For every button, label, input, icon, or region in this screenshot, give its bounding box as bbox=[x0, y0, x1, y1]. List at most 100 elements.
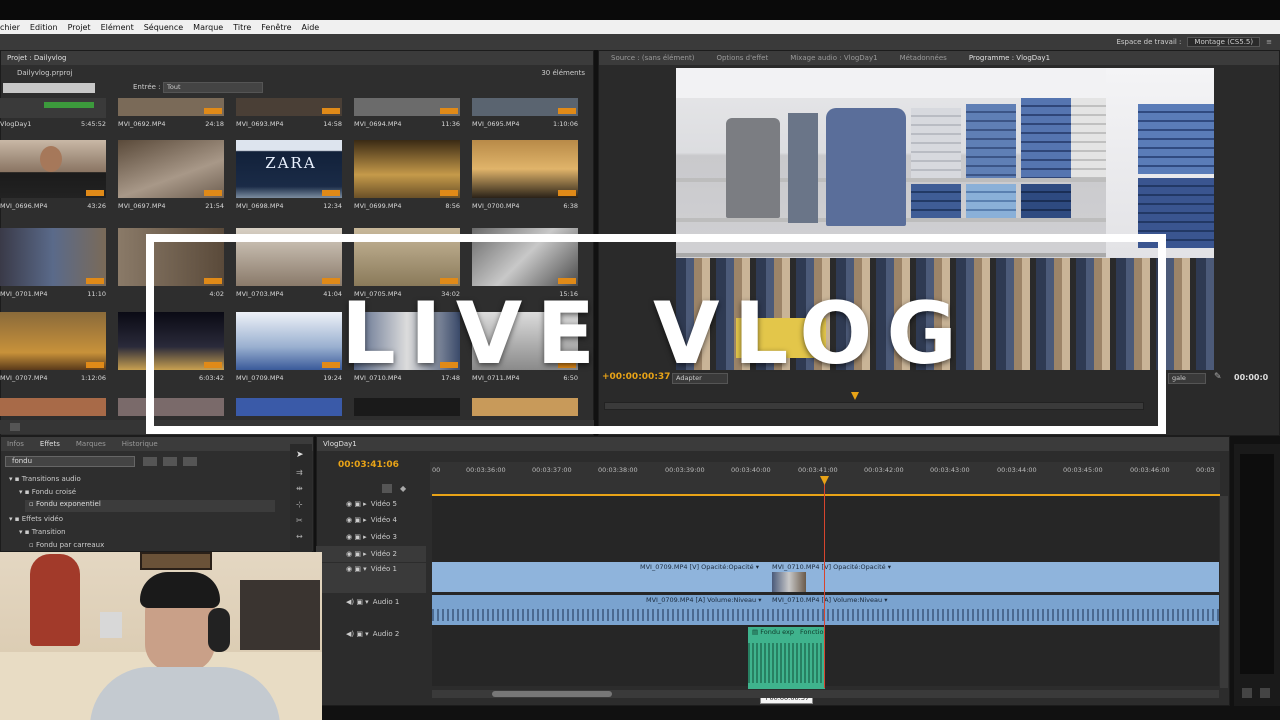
zara-sign: ZARA bbox=[265, 154, 317, 172]
thumb-duration: 1:12:06 bbox=[80, 374, 106, 382]
track-header-audio1[interactable]: ◀) ▣ ▾ Audio 1 bbox=[316, 596, 426, 626]
rolling-edit-tool-icon[interactable]: ⊹ bbox=[296, 500, 303, 509]
clip-label: MVI_0709.MP4 [V] Opacité:Opacité ▾ bbox=[640, 563, 759, 571]
thumb-name: MVI_0707.MP4 bbox=[0, 374, 48, 382]
tree-item[interactable]: ▾ ▪ Fondu croisé bbox=[19, 488, 76, 496]
tab-history[interactable]: Historique bbox=[122, 440, 158, 448]
thumb-name: MVI_0701.MP4 bbox=[0, 290, 48, 298]
effects-search-input[interactable]: fondu bbox=[5, 456, 135, 467]
thumbnail-item[interactable]: MVI_0707.MP4 1:12:06 bbox=[0, 312, 106, 382]
tree-item[interactable]: ▫ Fondu par carreaux bbox=[29, 541, 104, 549]
track-header-video3[interactable]: ◉ ▣ ▸ Vidéo 3 bbox=[316, 529, 426, 545]
tree-item[interactable]: ▾ ▪ Effets vidéo bbox=[9, 515, 63, 523]
thumb-duration: 11:36 bbox=[441, 120, 460, 128]
menu-item-help[interactable]: Aide bbox=[302, 23, 320, 32]
tab-metadata[interactable]: Métadonnées bbox=[900, 54, 947, 62]
yuv-effects-icon[interactable] bbox=[183, 457, 197, 466]
tree-item-selected[interactable]: ▫ Fondu exponentiel bbox=[25, 500, 275, 512]
monitor-tabbar: Source : (sans élément) Options d'effet … bbox=[599, 51, 1279, 65]
tree-item[interactable]: ▾ ▪ Transitions audio bbox=[9, 475, 81, 483]
ruler-label: 00:03:40:00 bbox=[731, 466, 771, 474]
thumbnail-item[interactable]: MVI_0693.MP4 14:58 bbox=[236, 58, 342, 128]
tab-sequence[interactable]: VlogDay1 bbox=[323, 440, 357, 448]
marker-icon[interactable]: ◆ bbox=[400, 484, 406, 493]
audio-transition-clip[interactable] bbox=[748, 627, 825, 689]
menu-item-sequence[interactable]: Séquence bbox=[144, 23, 183, 32]
timeline-timecode[interactable]: 00:03:41:06 bbox=[338, 460, 399, 470]
playhead-line[interactable] bbox=[824, 476, 825, 688]
track-select-tool-icon[interactable]: ⇉ bbox=[296, 468, 303, 477]
menu-item-file[interactable]: chier bbox=[0, 23, 20, 32]
ruler-label: 00:03:36:00 bbox=[466, 466, 506, 474]
ruler-label: 00:03:42:00 bbox=[864, 466, 904, 474]
accelerated-effects-icon[interactable] bbox=[143, 457, 157, 466]
tab-source[interactable]: Source : (sans élément) bbox=[611, 54, 694, 62]
tab-effects[interactable]: Effets bbox=[40, 440, 60, 448]
track-header-video1[interactable]: ◉ ▣ ▾ Vidéo 1 bbox=[316, 563, 426, 593]
menu-icon[interactable]: ≡ bbox=[1266, 38, 1272, 46]
tab-info[interactable]: Infos bbox=[7, 440, 24, 448]
tree-item[interactable]: ▾ ▪ Transition bbox=[19, 528, 66, 536]
selection-tool-icon[interactable]: ➤ bbox=[296, 450, 304, 460]
track-header-video2[interactable]: ◉ ▣ ▸ Vidéo 2 bbox=[316, 546, 426, 562]
tab-effect-options[interactable]: Options d'effet bbox=[716, 54, 768, 62]
thumb-duration: 1:10:06 bbox=[552, 120, 578, 128]
razor-tool-icon[interactable]: ✂ bbox=[296, 516, 303, 525]
snap-icon[interactable] bbox=[382, 484, 392, 493]
thumbnail-item[interactable]: MVI_0696.MP4 43:26 bbox=[0, 140, 106, 210]
solo-right-icon[interactable] bbox=[1260, 688, 1270, 698]
webcam-overlay bbox=[0, 552, 322, 720]
solo-left-icon[interactable] bbox=[1242, 688, 1252, 698]
menu-item-title[interactable]: Titre bbox=[233, 23, 251, 32]
menu-item-marker[interactable]: Marque bbox=[193, 23, 223, 32]
clip-label: MVI_0709.MP4 [A] Volume:Niveau ▾ bbox=[646, 596, 762, 604]
clip-thumbnail bbox=[772, 572, 806, 592]
track-header-audio2[interactable]: ◀) ▣ ▾ Audio 2 bbox=[316, 628, 426, 658]
quality-select[interactable]: gale bbox=[1168, 373, 1206, 384]
thumbnail-item[interactable]: MVI_0699.MP4 8:56 bbox=[354, 140, 460, 210]
thumbnail-item[interactable]: MVI_0692.MP4 24:18 bbox=[118, 58, 224, 128]
thumb-duration: 24:18 bbox=[205, 120, 224, 128]
workspace-select[interactable]: Montage (CS5.5) bbox=[1187, 37, 1261, 47]
horizontal-scrollbar[interactable] bbox=[432, 690, 1219, 698]
thumb-name: MVI_0694.MP4 bbox=[354, 120, 402, 128]
tab-program[interactable]: Programme : VlogDay1 bbox=[969, 54, 1050, 62]
thumbnail-item[interactable]: MVI_0697.MP4 21:54 bbox=[118, 140, 224, 210]
track-header-video4[interactable]: ◉ ▣ ▸ Vidéo 4 bbox=[316, 512, 426, 528]
list-view-icon[interactable] bbox=[10, 423, 20, 431]
thumbnail-item[interactable]: MVI_0700.MP4 6:38 bbox=[472, 140, 578, 210]
thumbnail-item[interactable]: ZARA MVI_0698.MP4 12:34 bbox=[236, 140, 342, 210]
thumb-duration: 14:58 bbox=[323, 120, 342, 128]
wrench-icon[interactable]: ✎ bbox=[1214, 372, 1222, 382]
thumb-name: MVI_0698.MP4 bbox=[236, 202, 284, 210]
ruler-label: 00:03:39:00 bbox=[665, 466, 705, 474]
ripple-edit-tool-icon[interactable]: ⇹ bbox=[296, 484, 303, 493]
thumbnail-item[interactable]: MVI_0701.MP4 11:10 bbox=[0, 228, 106, 298]
thumb-duration: 12:34 bbox=[323, 202, 342, 210]
ruler-label: 00:03:38:00 bbox=[598, 466, 638, 474]
menu-item-project[interactable]: Projet bbox=[68, 23, 91, 32]
track-header-video5[interactable]: ◉ ▣ ▸ Vidéo 5 bbox=[316, 496, 426, 512]
menu-item-edit[interactable]: Edition bbox=[30, 23, 58, 32]
32bit-effects-icon[interactable] bbox=[163, 457, 177, 466]
tab-markers[interactable]: Marques bbox=[76, 440, 106, 448]
thumbnail-item[interactable]: MVI_0694.MP4 11:36 bbox=[354, 58, 460, 128]
thumb-duration: 8:56 bbox=[445, 202, 460, 210]
menu-item-window[interactable]: Fenêtre bbox=[261, 23, 291, 32]
audio-meters bbox=[1234, 444, 1280, 706]
thumbnail-item[interactable]: VlogDay1 5:45:52 bbox=[0, 58, 106, 128]
thumb-duration: 21:54 bbox=[205, 202, 224, 210]
tab-audio-mixer[interactable]: Mixage audio : VlogDay1 bbox=[790, 54, 877, 62]
slip-tool-icon[interactable]: ↔ bbox=[296, 532, 303, 541]
thumbnail-partial[interactable] bbox=[0, 398, 106, 416]
tools-panel: ➤ ⇉ ⇹ ⊹ ✂ ↔ bbox=[290, 444, 312, 554]
thumb-name: MVI_0699.MP4 bbox=[354, 202, 402, 210]
ruler-label: 00:03:46:00 bbox=[1130, 466, 1170, 474]
vertical-scrollbar[interactable] bbox=[1220, 496, 1228, 688]
menu-item-element[interactable]: Elément bbox=[101, 23, 134, 32]
ruler-label: 00:03:37:00 bbox=[532, 466, 572, 474]
thumbnail-item[interactable]: MVI_0695.MP4 1:10:06 bbox=[472, 58, 578, 128]
ruler-label: 00 bbox=[432, 466, 441, 474]
thumb-name: MVI_0695.MP4 bbox=[472, 120, 520, 128]
program-duration: 00:00:0 bbox=[1234, 373, 1269, 382]
